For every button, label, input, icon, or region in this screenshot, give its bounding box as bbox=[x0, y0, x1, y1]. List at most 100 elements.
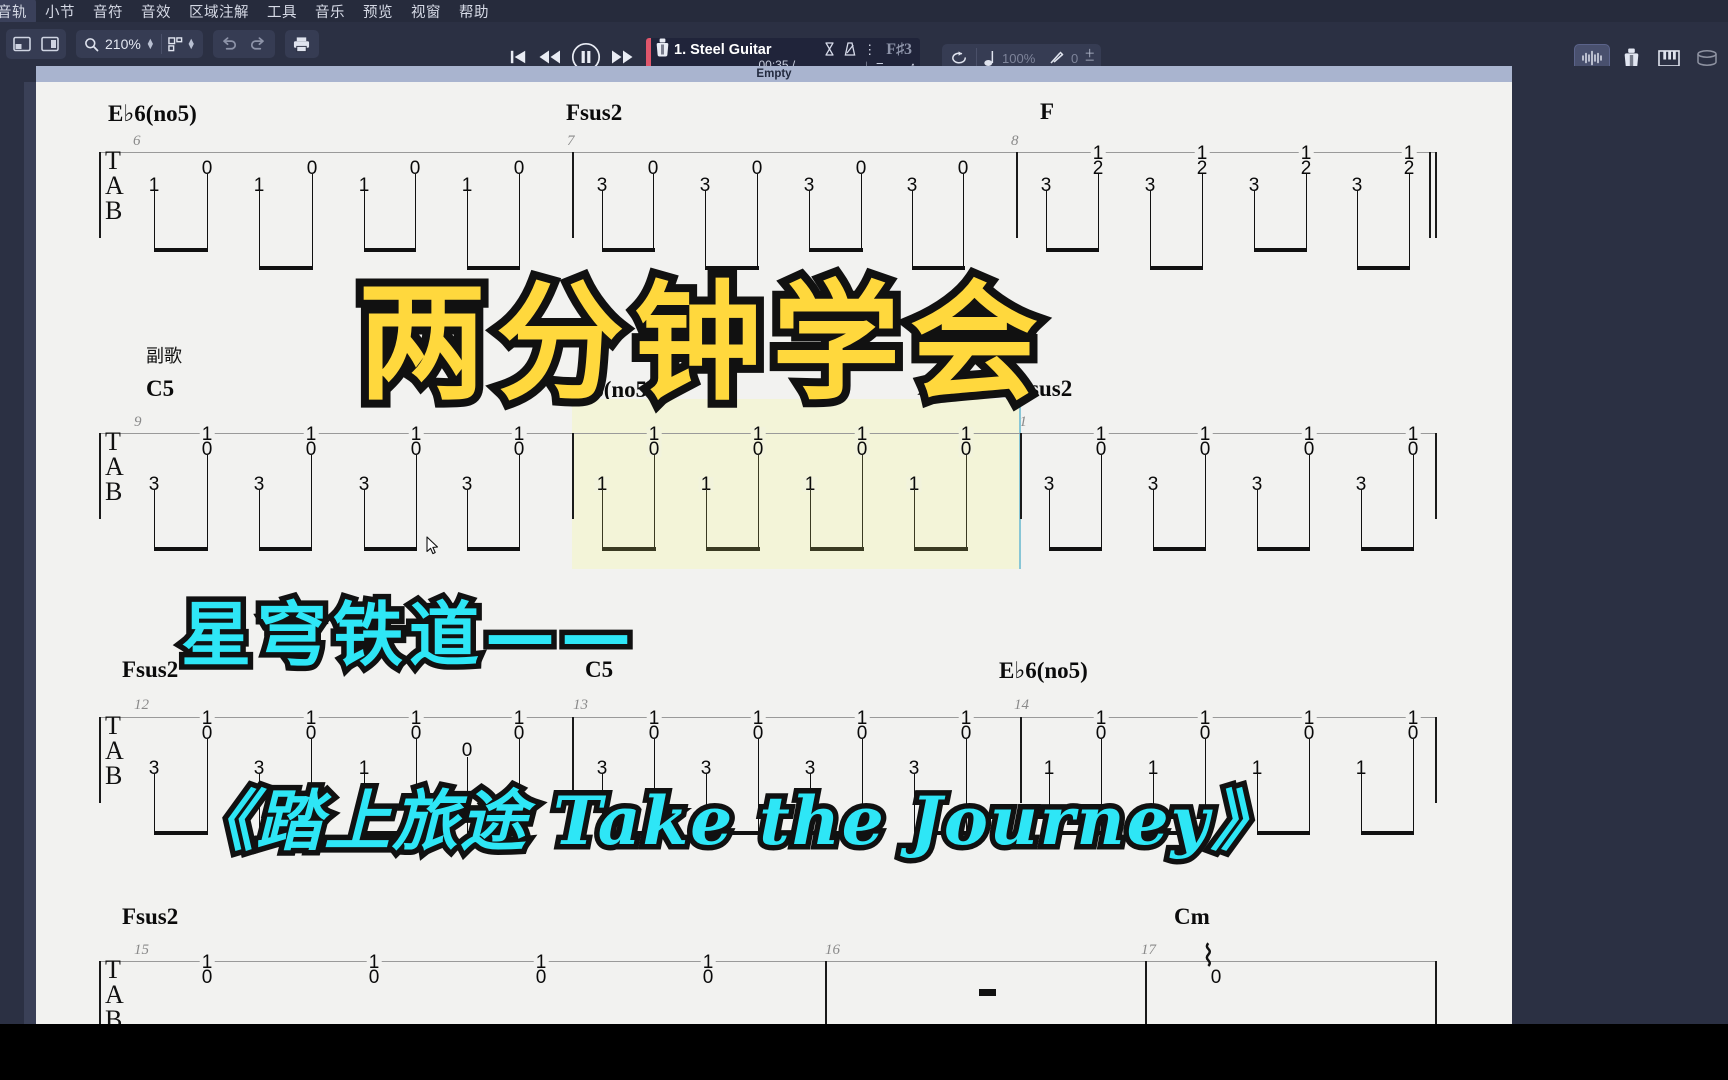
note-stem bbox=[467, 757, 469, 835]
tab-staff[interactable]: TAB 1 0 1 0 1 0 1 0 3 0 3 0 3 0 3 0 3 1 … bbox=[99, 144, 1437, 270]
note-stem bbox=[1205, 739, 1207, 835]
measure-number: 6 bbox=[133, 133, 141, 149]
note-stem bbox=[758, 739, 760, 835]
note-stem bbox=[1101, 455, 1103, 551]
fast-forward-icon[interactable] bbox=[610, 47, 634, 67]
measure-number: 15 bbox=[134, 942, 149, 958]
tab-note: 0 bbox=[366, 967, 382, 988]
print-icon[interactable] bbox=[288, 31, 316, 57]
barline bbox=[572, 152, 574, 238]
measure-number: 17 bbox=[1141, 942, 1156, 958]
menu-item-help[interactable]: 帮助 bbox=[450, 0, 498, 24]
note-stem bbox=[259, 489, 261, 551]
arpeggio-marker: ⌇ bbox=[1201, 939, 1216, 974]
barline bbox=[1145, 961, 1147, 1024]
note-stem bbox=[654, 455, 656, 551]
menu-item-note[interactable]: 音符 bbox=[84, 0, 132, 24]
menu-item-track[interactable]: 音轨 bbox=[0, 0, 36, 24]
tab-clef-letters: TAB bbox=[105, 711, 124, 790]
whole-rest bbox=[979, 989, 996, 996]
score-area: Empty E♭6(no5) Fsus2 F 6 7 8 TAB 1 0 1 0… bbox=[0, 66, 1728, 1024]
vertical-scroll-track[interactable] bbox=[24, 82, 36, 1024]
measure-selection-highlight bbox=[572, 399, 1019, 569]
rewind-icon[interactable] bbox=[538, 47, 562, 67]
note-stem bbox=[311, 739, 313, 835]
note-stem bbox=[1153, 773, 1155, 835]
measure-number: 13 bbox=[573, 697, 588, 713]
main-toolbar: 210% ▲ ▼ ▲ ▼ 1. Steel Guitar ⋮ F♯3 00:35… bbox=[0, 22, 1728, 83]
measure-number: 14 bbox=[1014, 697, 1029, 713]
note-stem bbox=[416, 455, 418, 551]
tab-clef-letters: TAB bbox=[105, 955, 124, 1025]
note-stem bbox=[312, 174, 314, 270]
note-stem bbox=[963, 174, 965, 270]
menu-item-section-annotation[interactable]: 区域注解 bbox=[180, 0, 258, 24]
beam bbox=[1254, 248, 1307, 252]
letterbox-bottom bbox=[0, 1024, 1728, 1080]
note-stem bbox=[862, 739, 864, 835]
tab-clef-letters: TAB bbox=[105, 146, 124, 225]
application-window: 音轨 小节 音符 音效 区域注解 工具 音乐 预览 视窗 帮助 210% ▲▼ bbox=[0, 0, 1728, 1024]
view-double-page-icon[interactable] bbox=[36, 31, 64, 57]
barline bbox=[99, 433, 101, 519]
note-stem bbox=[1257, 489, 1259, 551]
beam bbox=[1361, 547, 1414, 551]
overlay-title-line2: 星穹铁道—— bbox=[176, 589, 637, 682]
tab-note: 0 bbox=[533, 967, 549, 988]
zoom-stepper[interactable]: ▲ ▼ bbox=[146, 37, 158, 51]
note-stem bbox=[364, 489, 366, 551]
note-stem bbox=[1361, 773, 1363, 835]
undo-icon[interactable] bbox=[216, 31, 244, 57]
history-group bbox=[212, 30, 275, 58]
metronome-icon[interactable] bbox=[842, 41, 857, 59]
beam bbox=[810, 831, 864, 835]
menu-item-music[interactable]: 音乐 bbox=[306, 0, 354, 24]
skip-to-start-icon[interactable] bbox=[508, 47, 529, 67]
layout-stepper[interactable]: ▲ ▼ bbox=[187, 37, 199, 51]
hourglass-icon[interactable] bbox=[822, 41, 837, 59]
print-group bbox=[284, 30, 319, 58]
note-stem bbox=[1049, 489, 1051, 551]
zoom-control[interactable]: 210% ▲ ▼ ▲ ▼ bbox=[76, 30, 203, 58]
note-stem bbox=[364, 773, 366, 835]
redo-icon[interactable] bbox=[244, 31, 272, 57]
beam bbox=[467, 547, 520, 551]
view-single-page-icon[interactable] bbox=[8, 31, 36, 57]
mouse-cursor bbox=[426, 536, 439, 555]
note-stem bbox=[1306, 174, 1308, 252]
beam bbox=[1046, 248, 1099, 252]
note-stem bbox=[653, 174, 655, 252]
note-stem bbox=[1046, 190, 1048, 252]
barline bbox=[1016, 152, 1018, 238]
beam bbox=[1049, 831, 1102, 835]
tab-staff[interactable]: TAB 3 1 0 3 1 0 1 1 0 0 1 0 3 1 0 3 1 0 … bbox=[99, 709, 1437, 835]
measure-number: 16 bbox=[825, 942, 840, 958]
tab-staff[interactable]: TAB 3 1 0 3 1 0 3 1 0 3 1 0 1 1 0 1 1 0 … bbox=[99, 399, 1437, 569]
section-label: 副歌 bbox=[146, 346, 182, 367]
note-stem bbox=[602, 773, 604, 835]
page-layout-icon[interactable] bbox=[165, 31, 187, 57]
note-stem bbox=[154, 489, 156, 551]
page-header-bar: Empty bbox=[36, 66, 1512, 82]
tuner-stepper[interactable]: ＋－ bbox=[1084, 49, 1098, 67]
note-stem bbox=[1413, 739, 1415, 835]
tab-staff[interactable]: TAB 1 0 1 0 1 0 1 0 0 ⌇ bbox=[99, 942, 1437, 1024]
note-stem bbox=[706, 489, 708, 551]
menu-item-preview[interactable]: 预览 bbox=[354, 0, 402, 24]
note-stem bbox=[654, 739, 656, 835]
chord-label: E♭6(no5) bbox=[108, 101, 197, 126]
note-stem bbox=[1413, 455, 1415, 551]
note-stem bbox=[519, 455, 521, 551]
menu-item-window[interactable]: 视窗 bbox=[402, 0, 450, 24]
barline bbox=[99, 961, 101, 1024]
note-stem bbox=[705, 190, 707, 270]
menu-bar: 音轨 小节 音符 音效 区域注解 工具 音乐 预览 视窗 帮助 bbox=[0, 0, 1728, 24]
search-icon bbox=[80, 31, 102, 57]
menu-item-measure[interactable]: 小节 bbox=[36, 0, 84, 24]
menu-item-effects[interactable]: 音效 bbox=[132, 0, 180, 24]
measure-number: 7 bbox=[567, 133, 575, 149]
beam bbox=[706, 547, 760, 551]
note-stem bbox=[207, 739, 209, 835]
sheet-music-canvas[interactable]: E♭6(no5) Fsus2 F 6 7 8 TAB 1 0 1 0 1 0 1… bbox=[36, 82, 1512, 1024]
menu-item-tools[interactable]: 工具 bbox=[258, 0, 306, 24]
